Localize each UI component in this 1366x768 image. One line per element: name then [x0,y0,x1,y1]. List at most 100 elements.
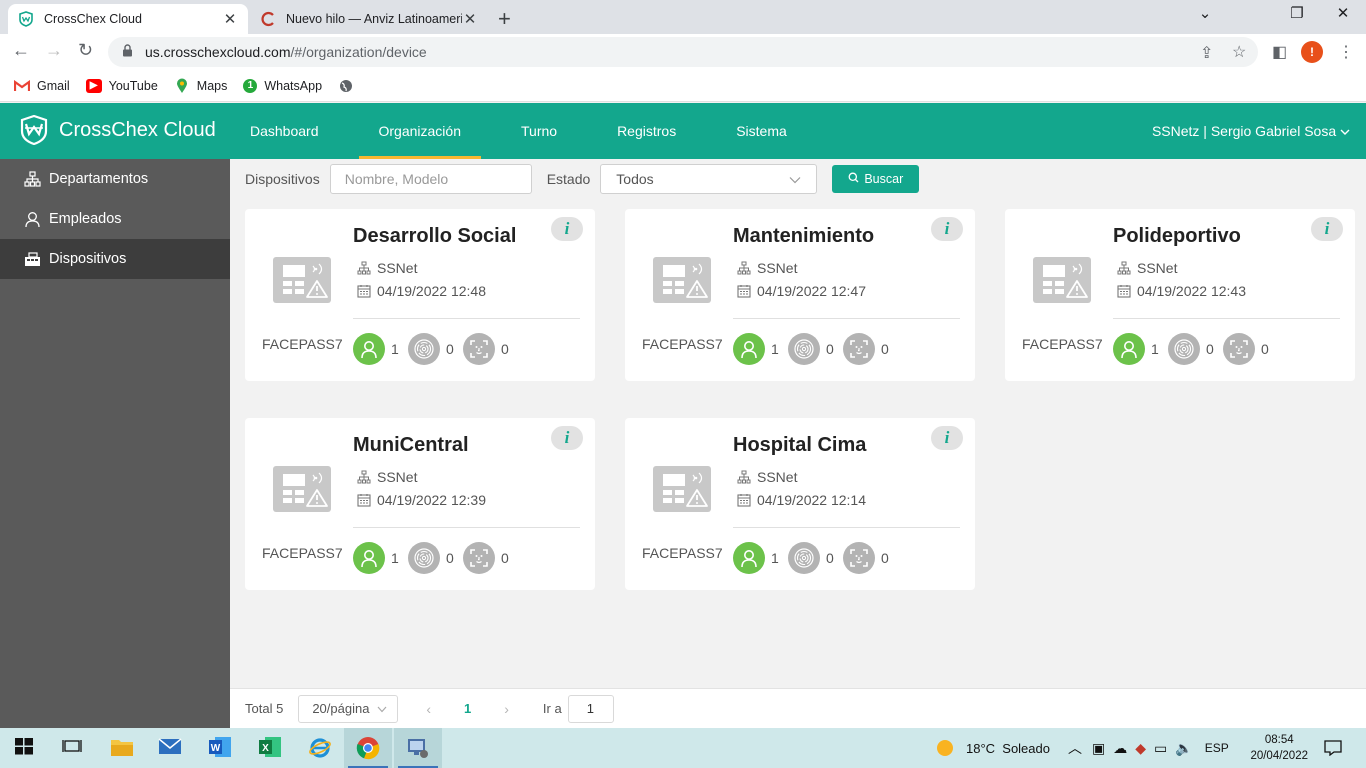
info-button[interactable]: i [931,217,963,241]
device-name[interactable]: Desarrollo Social [353,225,516,248]
device-name[interactable]: MuniCentral [353,434,469,457]
minimize-icon[interactable]: ⌄ [1182,4,1228,22]
task-view-icon[interactable] [62,736,86,760]
windows-taskbar: W X 18°C Soleado ︿ ▣ ☁ ◆ ▭ 🔈 ESP 08:54 2… [0,728,1366,768]
close-window-icon[interactable]: ✕ [1320,4,1366,22]
device-card[interactable]: Polideportivo i SSNet 04/19/2022 12:43 FACEP… [1005,209,1355,381]
device-card[interactable]: MuniCentral i SSNet 04/19/2022 12:39 FACEPAS… [245,418,595,590]
close-tab-icon[interactable]: ✕ [222,10,238,28]
fingerprint-count: 0 [788,542,834,574]
device-name[interactable]: Polideportivo [1113,225,1241,248]
menu-kebab-icon[interactable]: ⋮ [1338,42,1354,62]
device-terminal-icon [653,466,711,512]
face-count-value: 0 [501,550,509,566]
face-count: 0 [1223,333,1269,365]
reload-icon[interactable]: ↻ [78,40,93,61]
user-icon [353,542,385,574]
side-panel-icon[interactable]: ◧ [1272,42,1287,62]
goto-page-input[interactable]: 1 [567,694,614,723]
nav-dashboard[interactable]: Dashboard [250,103,319,159]
profile-avatar[interactable]: ! [1301,41,1323,63]
face-count-value: 0 [1261,341,1269,357]
network-icon[interactable]: ▭ [1154,740,1167,757]
info-button[interactable]: i [551,426,583,450]
crosschex-favicon-icon [18,11,34,27]
fingerprint-count: 0 [788,333,834,365]
devices-filter-label: Dispositivos [245,171,320,187]
nav-turno[interactable]: Turno [521,103,557,159]
notifications-icon[interactable] [1324,728,1342,768]
youtube-icon: ▶ [85,78,102,93]
org-chart-icon [737,470,751,484]
user-menu[interactable]: SSNetz | Sergio Gabriel Sosa [1152,123,1350,139]
info-button[interactable]: i [551,217,583,241]
brand[interactable]: CrossChex Cloud [20,114,216,146]
tab-crosschex[interactable]: CrossChex Cloud ✕ [8,4,248,34]
weather-widget[interactable]: 18°C Soleado [936,728,1050,768]
new-tab-icon[interactable]: + [498,6,511,32]
device-card[interactable]: Mantenimiento i SSNet 04/19/2022 12:47 FACEP… [625,209,975,381]
org-chart-icon [357,261,371,275]
antivirus-icon[interactable]: ◆ [1135,740,1146,757]
internet-explorer-icon[interactable] [308,736,332,760]
nav-sistema[interactable]: Sistema [736,103,787,159]
excel-icon[interactable]: X [258,736,282,760]
share-icon[interactable]: ⇪ [1200,43,1213,63]
sidebar-item-departamentos[interactable]: Departamentos [0,159,230,199]
windows-start-icon[interactable] [14,736,38,760]
page-number[interactable]: 1 [464,701,471,716]
fingerprint-count-value: 0 [446,341,454,357]
remote-app-icon[interactable] [406,736,430,760]
device-card[interactable]: Hospital Cima i SSNet 04/19/2022 12:14 FACEP… [625,418,975,590]
page-size-select[interactable]: 20/página [298,694,399,723]
search-button[interactable]: Buscar [832,165,920,193]
face-id-icon [843,333,875,365]
bookmark-gmail[interactable]: Gmail [14,79,70,93]
device-org-row: SSNet [737,260,797,276]
device-card[interactable]: Desarrollo Social i SSNet 04/19/2022 12:48 F… [245,209,595,381]
device-terminal-icon [653,257,711,303]
address-bar[interactable]: us.crosschexcloud.com/#/organization/dev… [108,37,1258,67]
mail-icon[interactable] [158,736,182,760]
sidebar-item-empleados[interactable]: Empleados [0,199,230,239]
chevron-down-icon [789,171,801,187]
nav-registros[interactable]: Registros [617,103,676,159]
volume-icon[interactable]: 🔈 [1175,740,1192,757]
back-icon[interactable]: ← [12,40,30,61]
device-datetime: 04/19/2022 12:43 [1137,283,1246,299]
info-button[interactable]: i [931,426,963,450]
device-name[interactable]: Hospital Cima [733,434,866,457]
prev-page-icon[interactable]: ‹ [426,701,431,717]
device-org: SSNet [377,469,418,485]
search-input[interactable]: Nombre, Modelo [329,164,532,194]
sidebar-item-dispositivos[interactable]: Dispositivos [0,239,230,279]
close-tab-icon[interactable]: ✕ [462,10,478,28]
forward-icon[interactable]: → [45,40,63,61]
language-indicator[interactable]: ESP [1205,741,1229,755]
meet-icon[interactable]: ▣ [1092,740,1105,757]
device-name[interactable]: Mantenimiento [733,225,874,248]
next-page-icon[interactable]: › [504,701,509,717]
fingerprint-count-value: 0 [826,341,834,357]
clock[interactable]: 08:54 20/04/2022 [1250,732,1308,764]
tray-chevron-up-icon[interactable]: ︿ [1068,738,1082,758]
chrome-icon[interactable] [356,736,380,760]
restore-icon[interactable]: ❐ [1274,4,1320,22]
info-button[interactable]: i [1311,217,1343,241]
nav-organizacion[interactable]: Organización [358,103,481,159]
sun-icon [936,739,954,757]
bookmark-youtube[interactable]: ▶ YouTube [85,78,158,93]
bookmark-maps[interactable]: Maps [174,78,227,93]
state-select[interactable]: Todos [600,164,818,194]
bookmark-globe[interactable] [338,79,361,93]
tab-anviz[interactable]: Nuevo hilo — Anviz Latinoamericana ✕ [250,4,488,34]
device-date-row: 04/19/2022 12:14 [737,492,866,508]
star-icon[interactable]: ☆ [1232,42,1246,62]
bookmark-whatsapp[interactable]: 1 WhatsApp [243,78,322,93]
face-count-value: 0 [881,550,889,566]
chevron-down-icon [377,701,387,716]
onedrive-icon[interactable]: ☁ [1113,740,1127,757]
file-explorer-icon[interactable] [110,736,134,760]
word-icon[interactable]: W [208,736,232,760]
user-icon [24,211,41,228]
